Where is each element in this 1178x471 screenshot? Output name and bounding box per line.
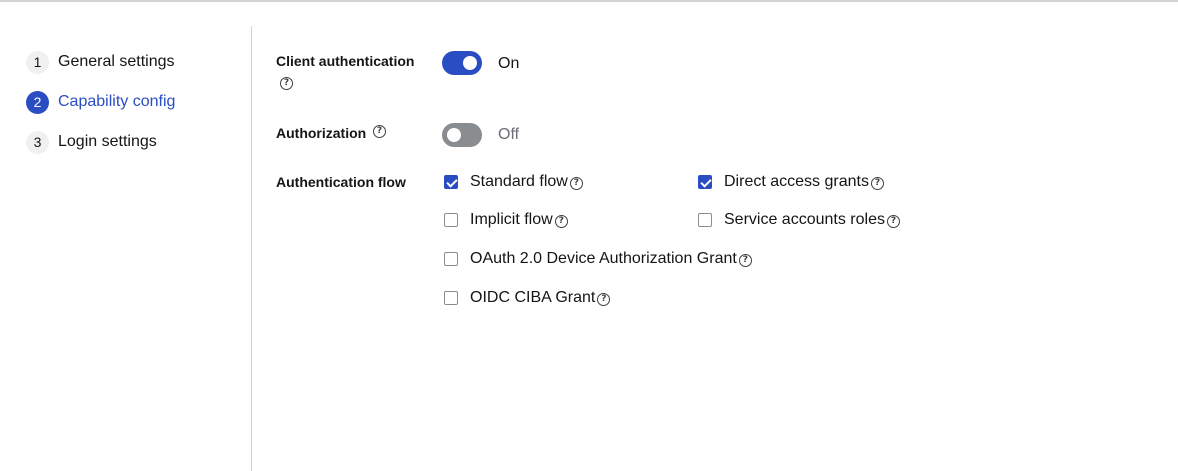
question-circle-icon[interactable]: ?: [554, 214, 568, 228]
step-number: 2: [26, 90, 49, 114]
implicit-flow-checkbox[interactable]: [444, 213, 458, 227]
step-number: 3: [26, 130, 49, 154]
service-accounts-roles-label[interactable]: Service accounts roles: [724, 211, 885, 229]
authorization-label: Authorization: [276, 125, 367, 141]
wizard-step-capability-config[interactable]: 2 Capability config: [26, 90, 175, 114]
service-accounts-roles-option: Service accounts roles ?: [698, 211, 900, 229]
direct-access-grants-label[interactable]: Direct access grants: [724, 173, 869, 191]
oauth-device-grant-checkbox[interactable]: [444, 252, 458, 266]
direct-access-grants-checkbox[interactable]: [698, 175, 712, 189]
direct-access-grants-option: Direct access grants ?: [698, 173, 884, 191]
client-authentication-state: On: [498, 55, 520, 72]
question-circle-icon[interactable]: ?: [597, 292, 611, 306]
authorization-switch[interactable]: [442, 123, 482, 147]
step-label: Capability config: [58, 93, 176, 110]
top-border: [0, 0, 1178, 2]
implicit-flow-label[interactable]: Implicit flow: [470, 211, 553, 229]
implicit-flow-option: Implicit flow ?: [444, 211, 568, 229]
question-circle-icon[interactable]: ?: [373, 125, 386, 138]
wizard-step-general-settings[interactable]: 1 General settings: [26, 50, 175, 74]
question-circle-icon[interactable]: ?: [870, 176, 884, 190]
oidc-ciba-grant-label[interactable]: OIDC CIBA Grant: [470, 289, 595, 307]
step-number: 1: [26, 50, 49, 74]
standard-flow-checkbox[interactable]: [444, 175, 458, 189]
question-circle-icon[interactable]: ?: [738, 253, 752, 267]
oauth-device-grant-label[interactable]: OAuth 2.0 Device Authorization Grant: [470, 250, 737, 268]
step-label: Login settings: [58, 133, 157, 150]
question-circle-icon[interactable]: ?: [569, 176, 583, 190]
switch-knob: [447, 128, 461, 142]
authentication-flow-label: Authentication flow: [276, 174, 406, 190]
oauth-device-grant-option: OAuth 2.0 Device Authorization Grant ?: [444, 250, 752, 268]
oidc-ciba-grant-checkbox[interactable]: [444, 291, 458, 305]
client-authentication-label: Client authentication: [276, 53, 415, 69]
nav-divider: [251, 26, 252, 471]
authorization-state: Off: [498, 126, 520, 143]
standard-flow-option: Standard flow ?: [444, 173, 583, 191]
wizard-step-login-settings[interactable]: 3 Login settings: [26, 130, 157, 154]
standard-flow-label[interactable]: Standard flow: [470, 173, 568, 191]
question-circle-icon[interactable]: ?: [280, 77, 293, 90]
step-label: General settings: [58, 53, 175, 70]
question-circle-icon[interactable]: ?: [886, 214, 900, 228]
switch-knob: [463, 56, 477, 70]
service-accounts-roles-checkbox[interactable]: [698, 213, 712, 227]
client-authentication-switch[interactable]: [442, 51, 482, 75]
oidc-ciba-grant-option: OIDC CIBA Grant ?: [444, 289, 611, 307]
